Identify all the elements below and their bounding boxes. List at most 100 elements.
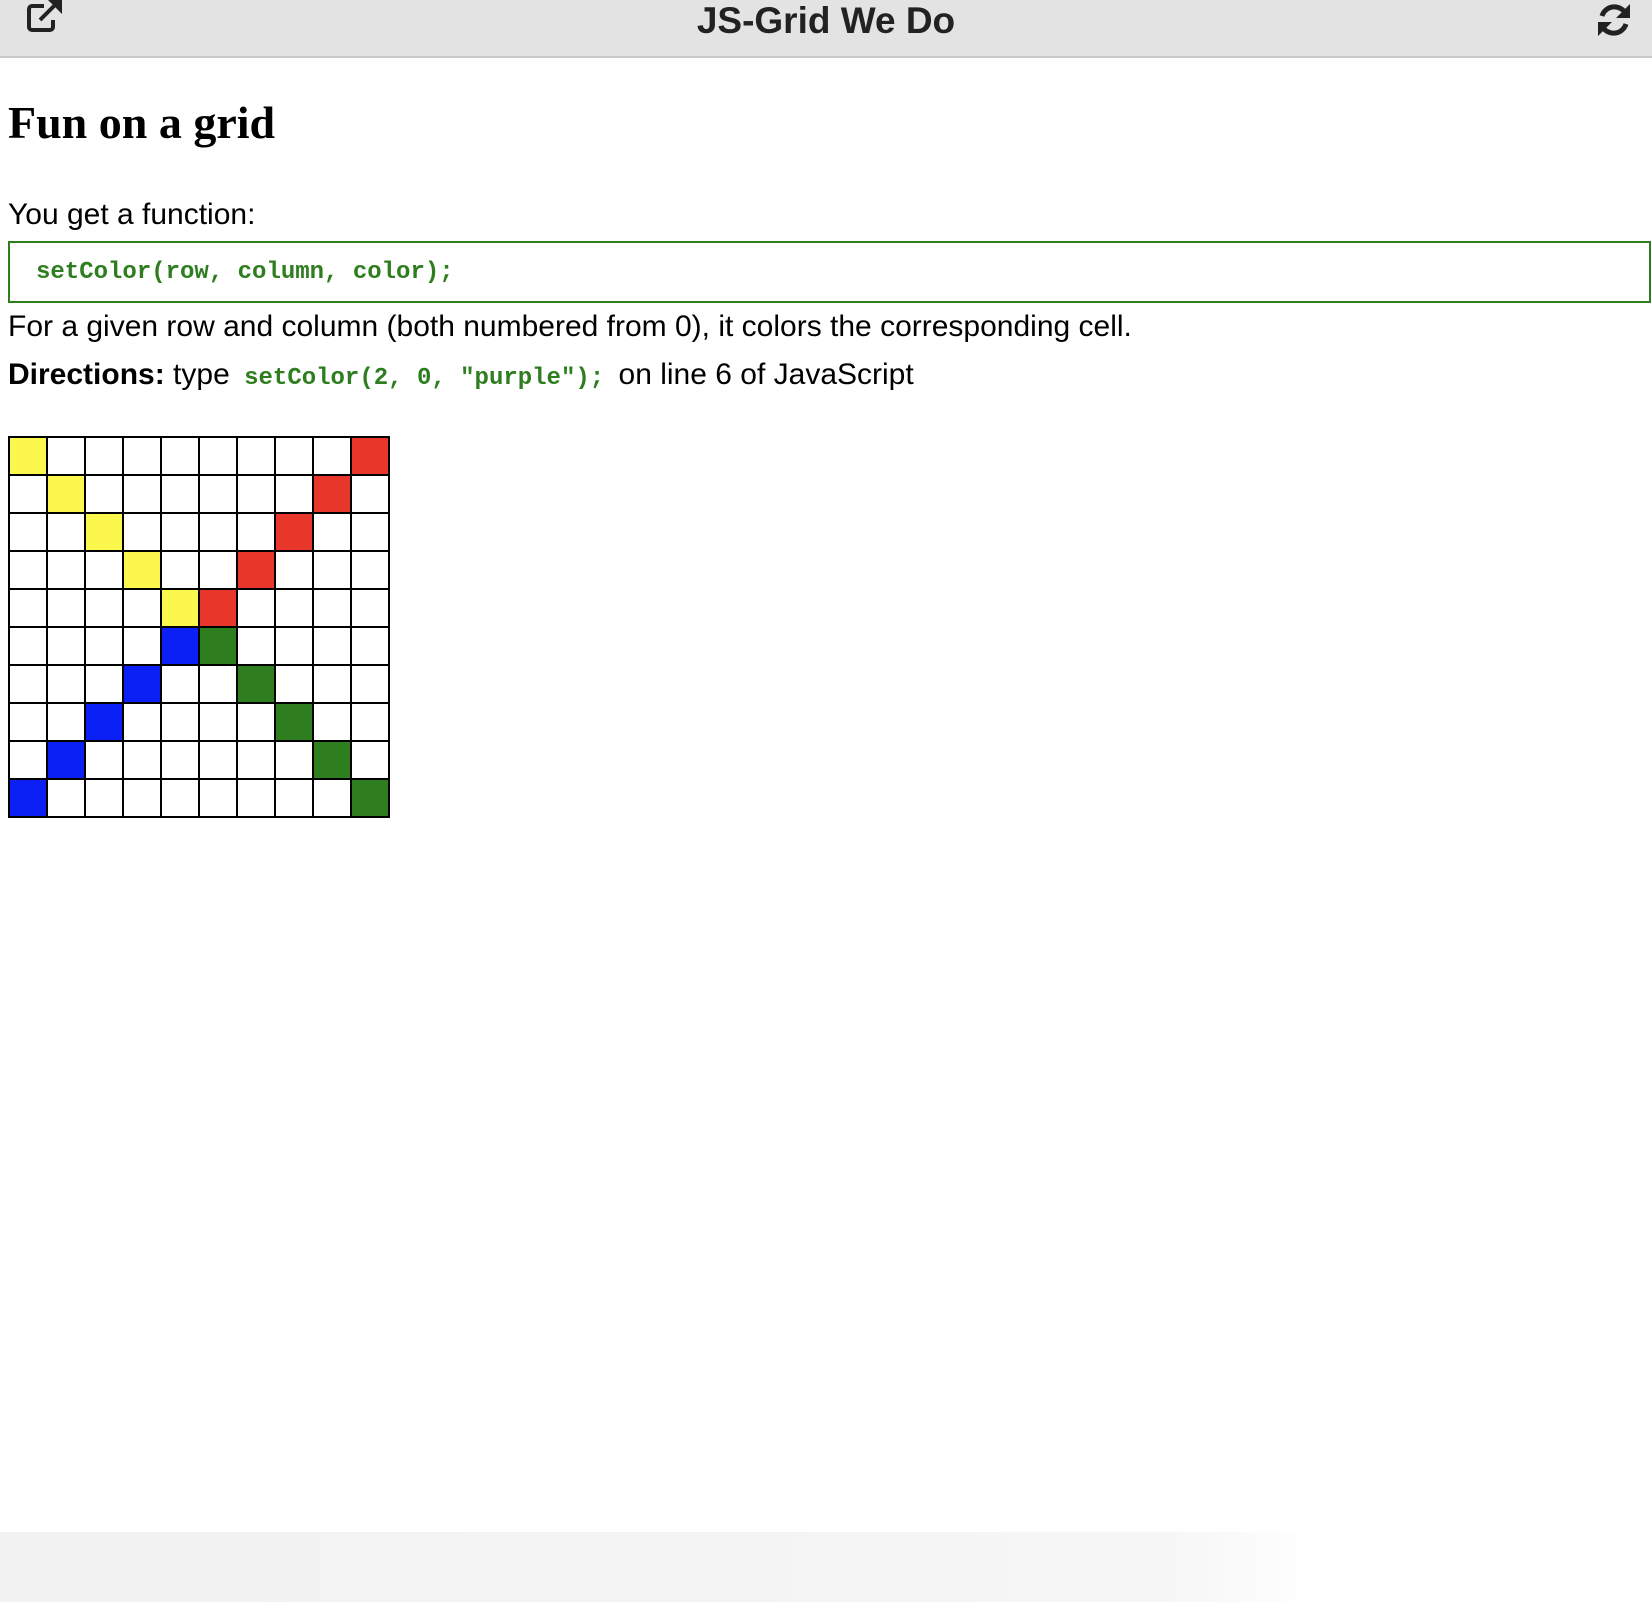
grid-cell [124, 666, 160, 702]
grid-cell [48, 514, 84, 550]
grid-cell [48, 628, 84, 664]
page-heading: Fun on a grid [8, 97, 276, 148]
grid-cell [276, 590, 312, 626]
grid-cell [124, 552, 160, 588]
grid-cell [86, 742, 122, 778]
grid-cell [162, 476, 198, 512]
directions-text: Directions: type setColor(2, 0, "purple"… [8, 358, 914, 392]
grid-cell [276, 438, 312, 474]
grid-cell [10, 780, 46, 816]
grid-cell [86, 780, 122, 816]
grid-cell [200, 552, 236, 588]
grid-cell [10, 628, 46, 664]
grid-cell [238, 590, 274, 626]
page-title: JS-Grid We Do [696, 0, 956, 41]
grid-cell [124, 780, 160, 816]
grid-cell [276, 476, 312, 512]
grid-cell [10, 666, 46, 702]
grid-cell [276, 704, 312, 740]
grid-cell [86, 590, 122, 626]
grid-cell [200, 514, 236, 550]
grid-cell [10, 552, 46, 588]
grid-cell [10, 704, 46, 740]
directions-label: Directions: [8, 358, 165, 391]
grid-cell [200, 438, 236, 474]
grid-cell [124, 476, 160, 512]
grid-cell [352, 780, 388, 816]
grid-cell [86, 666, 122, 702]
grid-cell [238, 628, 274, 664]
grid-cell [48, 742, 84, 778]
grid-cell [238, 552, 274, 588]
grid-cell [352, 590, 388, 626]
intro-text: You get a function: [8, 198, 256, 231]
grid-cell [200, 628, 236, 664]
refresh-icon[interactable] [1594, 0, 1638, 40]
grid-cell [352, 476, 388, 512]
grid-cell [124, 438, 160, 474]
grid-cell [124, 628, 160, 664]
grid-cell [352, 666, 388, 702]
grid-cell [200, 742, 236, 778]
grid-cell [162, 628, 198, 664]
color-grid [8, 436, 390, 818]
grid-cell [86, 476, 122, 512]
grid-cell [200, 590, 236, 626]
grid-cell [200, 666, 236, 702]
grid-cell [314, 476, 350, 512]
grid-cell [200, 476, 236, 512]
grid-cell [314, 704, 350, 740]
grid-cell [10, 742, 46, 778]
directions-code: setColor(2, 0, "purple"); [244, 365, 605, 392]
grid-cell [162, 704, 198, 740]
grid-cell [352, 514, 388, 550]
grid-cell [276, 514, 312, 550]
grid-cell [86, 438, 122, 474]
grid-cell [124, 704, 160, 740]
grid-cell [124, 590, 160, 626]
grid-cell [238, 438, 274, 474]
grid-cell [352, 628, 388, 664]
function-signature-box: setColor(row, column, color); [8, 241, 1651, 303]
grid-cell [238, 704, 274, 740]
grid-cell [314, 438, 350, 474]
grid-cell [314, 590, 350, 626]
grid-cell [276, 666, 312, 702]
grid-cell [314, 628, 350, 664]
grid-cell [48, 438, 84, 474]
grid-cell [238, 742, 274, 778]
top-bar: JS-Grid We Do [0, 0, 1652, 58]
grid-cell [276, 552, 312, 588]
directions-post: on line 6 of JavaScript [618, 358, 914, 391]
grid-cell [238, 476, 274, 512]
grid-cell [86, 514, 122, 550]
grid-cell [276, 742, 312, 778]
grid-cell [10, 438, 46, 474]
grid-cell [162, 552, 198, 588]
grid-cell [352, 552, 388, 588]
grid-cell [48, 780, 84, 816]
grid-cell [238, 780, 274, 816]
grid-cell [86, 628, 122, 664]
grid-cell [314, 742, 350, 778]
grid-cell [352, 704, 388, 740]
grid-cell [48, 552, 84, 588]
grid-cell [314, 780, 350, 816]
grid-cell [162, 590, 198, 626]
description-text: For a given row and column (both numbere… [8, 310, 1132, 343]
grid-cell [200, 780, 236, 816]
grid-cell [48, 704, 84, 740]
grid-cell [86, 704, 122, 740]
grid-cell [200, 704, 236, 740]
grid-cell [48, 590, 84, 626]
grid-cell [162, 780, 198, 816]
grid-cell [352, 742, 388, 778]
grid-cell [86, 552, 122, 588]
grid-cell [238, 666, 274, 702]
grid-cell [48, 666, 84, 702]
grid-cell [10, 476, 46, 512]
grid-cell [314, 552, 350, 588]
directions-pre: type [173, 358, 230, 391]
grid-cell [162, 438, 198, 474]
grid-cell [162, 666, 198, 702]
